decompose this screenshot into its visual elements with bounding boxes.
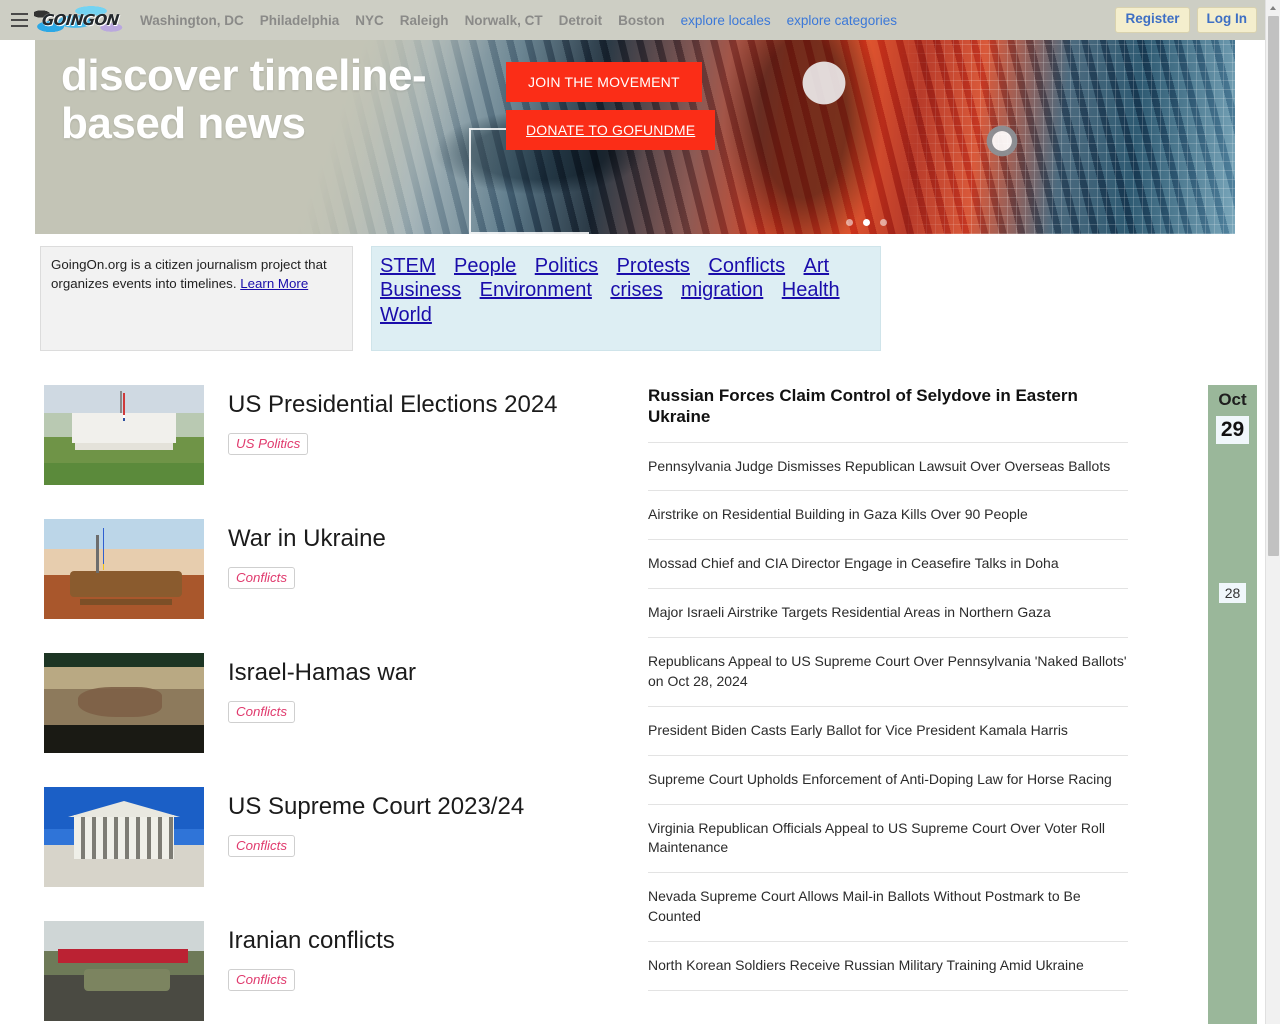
header-actions: Register Log In [1115, 7, 1257, 33]
page-scrollbar[interactable] [1265, 0, 1280, 1024]
ukraine-tank-photo[interactable] [44, 519, 204, 619]
news-item[interactable]: President Biden Casts Early Ballot for V… [648, 707, 1128, 756]
logo-wordmark: GOINGON [40, 11, 120, 29]
supreme-court-photo[interactable] [44, 787, 204, 887]
date-rail-month: Oct [1218, 390, 1247, 409]
timeline-tag[interactable]: Conflicts [228, 566, 295, 589]
site-logo[interactable]: GOINGON [34, 5, 126, 35]
timeline-title[interactable]: Iranian conflicts [228, 927, 395, 955]
locale-link-nyc[interactable]: NYC [355, 13, 384, 28]
news-list: Russian Forces Claim Control of Selydove… [648, 385, 1138, 1024]
news-item[interactable]: Major Israeli Airstrike Targets Resident… [648, 589, 1128, 638]
category-link-environment[interactable]: Environment [480, 279, 592, 301]
timeline-list: US Presidential Elections 2024 US Politi… [0, 385, 648, 1024]
category-link-conflicts[interactable]: Conflicts [708, 255, 785, 277]
gaza-terrain-photo[interactable] [44, 653, 204, 753]
date-rail-previous-day[interactable]: 28 [1218, 582, 1247, 603]
timeline-title[interactable]: US Presidential Elections 2024 [228, 391, 558, 419]
category-link-world[interactable]: World [380, 304, 432, 326]
category-link-politics[interactable]: Politics [535, 255, 598, 277]
scrollbar-thumb[interactable] [1268, 16, 1279, 556]
register-button[interactable]: Register [1115, 7, 1190, 33]
hero-buttons: JOIN THE MOVEMENT DONATE TO GOFUNDME [506, 62, 716, 150]
login-button[interactable]: Log In [1196, 7, 1257, 33]
hero-carousel-dots [846, 219, 887, 226]
timeline-tag[interactable]: Conflicts [228, 700, 295, 723]
news-item[interactable]: Airstrike on Residential Building in Gaz… [648, 491, 1128, 541]
hero-headline: discover timeline-based news [61, 51, 427, 149]
timeline-card-body: War in Ukraine Conflicts [204, 519, 386, 589]
category-link-protests[interactable]: Protests [617, 255, 690, 277]
explore-categories-link[interactable]: explore categories [787, 13, 897, 28]
timeline-card-body: Iranian conflicts Conflicts [204, 921, 395, 991]
white-house-photo[interactable] [44, 385, 204, 485]
locale-link-norwalk-ct[interactable]: Norwalk, CT [465, 13, 543, 28]
hamburger-menu-icon[interactable] [6, 7, 32, 33]
locale-link-philadelphia[interactable]: Philadelphia [260, 13, 340, 28]
news-item[interactable]: Mossad Chief and CIA Director Engage in … [648, 540, 1128, 590]
categories-box: STEM People Politics Protests Conflicts … [371, 246, 881, 351]
timeline-title[interactable]: War in Ukraine [228, 525, 386, 553]
category-link-people[interactable]: People [454, 255, 516, 277]
category-link-art[interactable]: Art [804, 255, 830, 277]
timeline-title[interactable]: US Supreme Court 2023/24 [228, 793, 524, 821]
locale-link-boston[interactable]: Boston [618, 13, 665, 28]
timeline-card-body: US Presidential Elections 2024 US Politi… [204, 385, 558, 455]
timeline-card[interactable]: US Presidential Elections 2024 US Politi… [44, 385, 648, 485]
news-item[interactable]: Republicans Appeal to US Supreme Court O… [648, 638, 1128, 707]
learn-more-link[interactable]: Learn More [240, 276, 308, 291]
timeline-title[interactable]: Israel-Hamas war [228, 659, 416, 687]
locale-link-detroit[interactable]: Detroit [559, 13, 603, 28]
category-link-health[interactable]: Health [782, 279, 840, 301]
hero-banner: discover timeline-based news JOIN THE MO… [35, 40, 1235, 234]
site-header: GOINGON Washington, DC Philadelphia NYC … [0, 0, 1265, 40]
timeline-card[interactable]: Israel-Hamas war Conflicts [44, 653, 648, 753]
category-link-stem[interactable]: STEM [380, 255, 436, 277]
iran-military-photo[interactable] [44, 921, 204, 1021]
timeline-tag[interactable]: Conflicts [228, 968, 295, 991]
timeline-tag[interactable]: US Politics [228, 432, 309, 455]
date-rail-current-day[interactable]: 29 [1215, 416, 1250, 444]
timeline-tag[interactable]: Conflicts [228, 834, 295, 857]
date-rail: Oct 29 28 [1208, 385, 1257, 1024]
news-item[interactable]: Virginia Republican Officials Appeal to … [648, 805, 1128, 874]
category-link-migration[interactable]: migration [681, 279, 763, 301]
timeline-card-body: Israel-Hamas war Conflicts [204, 653, 416, 723]
about-box: GoingOn.org is a citizen journalism proj… [40, 246, 353, 351]
news-lead-headline[interactable]: Russian Forces Claim Control of Selydove… [648, 385, 1128, 443]
timeline-card[interactable]: US Supreme Court 2023/24 Conflicts [44, 787, 648, 887]
news-item[interactable]: Pennsylvania Judge Dismisses Republican … [648, 443, 1128, 492]
carousel-dot[interactable] [846, 219, 853, 226]
donate-to-gofundme-button[interactable]: DONATE TO GOFUNDME [506, 110, 716, 150]
timeline-card[interactable]: War in Ukraine Conflicts [44, 519, 648, 619]
locale-nav: Washington, DC Philadelphia NYC Raleigh … [140, 13, 897, 28]
timeline-card-body: US Supreme Court 2023/24 Conflicts [204, 787, 524, 857]
news-item[interactable]: North Korean Soldiers Receive Russian Mi… [648, 942, 1128, 991]
hamburger-bar [10, 19, 28, 21]
category-link-business[interactable]: Business [380, 279, 461, 301]
scrollbar-up-arrow-icon[interactable] [1266, 0, 1280, 15]
explore-locales-link[interactable]: explore locales [681, 13, 771, 28]
carousel-dot[interactable] [880, 219, 887, 226]
category-link-crises[interactable]: crises [610, 279, 662, 301]
hamburger-bar [10, 25, 28, 27]
join-the-movement-button[interactable]: JOIN THE MOVEMENT [506, 62, 702, 102]
locale-link-washington-dc[interactable]: Washington, DC [140, 13, 244, 28]
news-item[interactable]: Supreme Court Upholds Enforcement of Ant… [648, 756, 1128, 805]
info-row: GoingOn.org is a citizen journalism proj… [40, 246, 1280, 351]
hamburger-bar [10, 13, 28, 15]
locale-link-raleigh[interactable]: Raleigh [400, 13, 449, 28]
news-item[interactable]: Nevada Supreme Court Allows Mail-in Ball… [648, 873, 1128, 942]
main-content: US Presidential Elections 2024 US Politi… [0, 385, 1280, 1024]
carousel-dot-active[interactable] [863, 219, 870, 226]
timeline-card[interactable]: Iranian conflicts Conflicts [44, 921, 648, 1021]
